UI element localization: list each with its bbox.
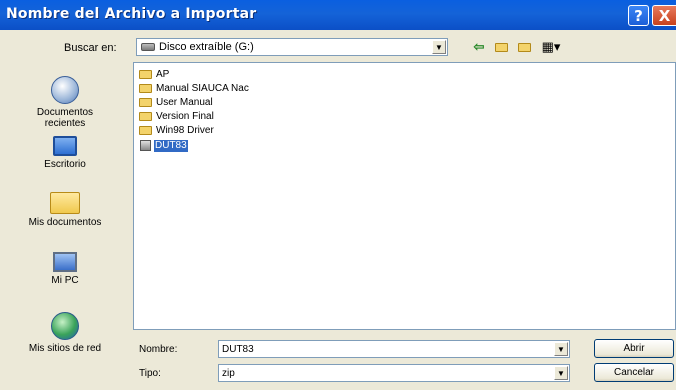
filename-label: Nombre:: [139, 344, 178, 355]
window-title: Nombre del Archivo a Importar: [6, 6, 257, 22]
folder-icon: [139, 84, 152, 93]
help-icon: ?: [634, 6, 643, 25]
file-name: AP: [156, 68, 170, 80]
list-item[interactable]: Version Final: [139, 110, 215, 123]
my-computer-icon: [53, 252, 77, 272]
lookin-dropdown[interactable]: Disco extraíble (G:) ▼: [136, 38, 448, 56]
list-item[interactable]: Win98 Driver: [139, 124, 215, 137]
place-network[interactable]: Mis sitios de red: [2, 312, 128, 354]
lookin-value: Disco extraíble (G:): [159, 41, 254, 53]
chevron-down-icon[interactable]: ▼: [554, 366, 568, 380]
places-bar: Documentos recientes Escritorio Mis docu…: [2, 62, 128, 380]
cancel-button-label: Cancelar: [613, 367, 655, 378]
filename-field[interactable]: DUT83 ▼: [218, 340, 570, 358]
close-icon: X: [658, 6, 671, 25]
up-folder-button[interactable]: [492, 38, 510, 56]
place-label: Mi PC: [51, 275, 79, 286]
filename-value: DUT83: [222, 343, 254, 355]
chevron-down-icon[interactable]: ▼: [554, 342, 568, 356]
file-name: Manual SIAUCA Nac: [156, 82, 249, 94]
network-places-icon: [51, 312, 79, 340]
zip-file-icon: [140, 140, 151, 151]
help-button[interactable]: ?: [628, 5, 649, 26]
list-item[interactable]: User Manual: [139, 96, 214, 109]
filetype-value: zip: [222, 367, 235, 379]
file-name: User Manual: [156, 96, 213, 108]
filetype-label: Tipo:: [139, 368, 161, 379]
back-arrow-icon: ⇦: [473, 39, 485, 54]
views-menu-icon: ▦▾: [541, 39, 561, 54]
place-my-computer[interactable]: Mi PC: [2, 252, 128, 286]
lookin-label: Buscar en:: [64, 42, 117, 54]
filetype-dropdown[interactable]: zip ▼: [218, 364, 570, 382]
place-desktop[interactable]: Escritorio: [2, 136, 128, 170]
views-menu-button[interactable]: ▦▾: [538, 38, 564, 56]
open-button-label: Abrir: [623, 343, 645, 354]
back-button[interactable]: ⇦: [470, 38, 488, 56]
list-item-selected[interactable]: DUT83: [139, 139, 188, 152]
place-label: Documentos recientes: [36, 107, 94, 129]
file-list[interactable]: AP Manual SIAUCA Nac User Manual Version…: [133, 62, 676, 330]
place-label: Mis sitios de red: [28, 343, 102, 354]
file-name: DUT83: [154, 139, 188, 152]
folder-icon: [139, 98, 152, 107]
place-recent-documents[interactable]: Documentos recientes: [2, 76, 128, 129]
folder-icon: [139, 112, 152, 121]
file-name: Version Final: [156, 110, 214, 122]
file-name: Win98 Driver: [156, 124, 214, 136]
cancel-button[interactable]: Cancelar: [594, 363, 674, 382]
up-folder-icon: [494, 42, 508, 52]
folder-icon: [139, 126, 152, 135]
place-my-documents[interactable]: Mis documentos: [2, 192, 128, 228]
new-folder-icon: [517, 42, 531, 52]
new-folder-button[interactable]: [514, 38, 534, 56]
open-button[interactable]: Abrir: [594, 339, 674, 358]
title-bar: Nombre del Archivo a Importar ? X: [0, 0, 676, 30]
list-item[interactable]: Manual SIAUCA Nac: [139, 82, 250, 95]
close-button[interactable]: X: [652, 5, 676, 26]
place-label: Mis documentos: [28, 217, 102, 228]
removable-drive-icon: [141, 43, 155, 51]
list-item[interactable]: AP: [139, 68, 170, 81]
folder-icon: [139, 70, 152, 79]
desktop-icon: [53, 136, 77, 156]
place-label: Escritorio: [44, 159, 86, 170]
chevron-down-icon[interactable]: ▼: [432, 40, 446, 54]
recent-documents-icon: [51, 76, 79, 104]
my-documents-icon: [50, 192, 80, 214]
